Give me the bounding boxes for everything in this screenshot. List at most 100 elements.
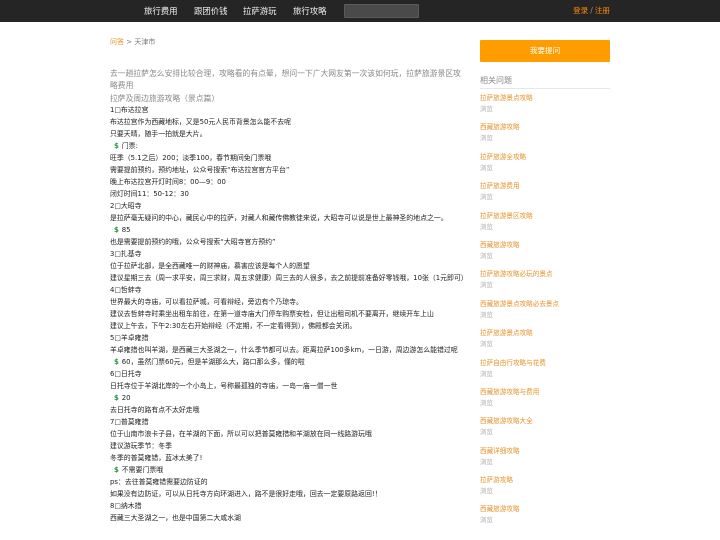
article-line: 日托寺位于羊湖北岸的一个小岛上，号称最孤独的寺庙，一岛一庙一僧一世 bbox=[110, 382, 338, 390]
related-question-link[interactable]: 拉萨自由行攻略与花费 bbox=[480, 358, 610, 369]
article-line: 只要天晴，随手一拍就是大片。 bbox=[110, 130, 207, 138]
article-line: 不需要门票哦 bbox=[110, 464, 466, 476]
related-question-link[interactable]: 西藏旅游攻略 bbox=[480, 240, 610, 251]
article-line: 2□大昭寺 bbox=[110, 202, 142, 210]
related-question-link[interactable]: 拉萨旅游景区攻略 bbox=[480, 211, 610, 222]
related-question-link[interactable]: 拉萨旅游景点攻略 bbox=[480, 93, 610, 104]
login-link[interactable]: 登录 bbox=[573, 6, 588, 15]
nav-link-travel-cost[interactable]: 旅行费用 bbox=[144, 0, 178, 22]
related-question-views: 浏览 bbox=[480, 516, 493, 525]
related-question-views: 浏览 bbox=[480, 340, 493, 349]
article-line: 位于山南市浪卡子县，在羊湖的下面，所以可以把普莫雍措和羊湖放在同一线路游玩哦 bbox=[110, 430, 372, 438]
related-question-views: 浏览 bbox=[480, 281, 493, 290]
related-question-item: 西藏详细攻略 浏览 bbox=[480, 446, 610, 475]
breadcrumb-current[interactable]: 天津市 bbox=[134, 38, 155, 46]
search-input[interactable] bbox=[344, 4, 419, 18]
related-question-item: 拉萨旅游景点攻略 浏览 bbox=[480, 328, 610, 357]
article-line: 建议游玩季节：冬季 bbox=[110, 442, 173, 450]
article-line: 去日托寺的路有点不太好走哦 bbox=[110, 406, 200, 414]
article-line: ps：去往普莫雍错需要边防证的 bbox=[110, 478, 208, 486]
related-question-item: 西藏旅游攻略与费用 浏览 bbox=[480, 387, 610, 416]
nav-link-travel-guide[interactable]: 旅行攻略 bbox=[293, 0, 327, 22]
related-question-item: 拉萨自由行攻略与花费 浏览 bbox=[480, 358, 610, 387]
related-question-item: 西藏旅游攻略 浏览 bbox=[480, 122, 610, 151]
breadcrumb-home-link[interactable]: 问答 bbox=[110, 38, 124, 46]
related-question-link[interactable]: 西藏旅游攻略大全 bbox=[480, 416, 610, 427]
article-line: 闭灯时间11：50-12：30 bbox=[110, 190, 189, 198]
related-question-item: 拉萨旅游攻略必玩的景点 浏览 bbox=[480, 269, 610, 298]
related-question-item: 西藏旅游景点攻略必去景点 浏览 bbox=[480, 299, 610, 328]
article-line: 门票: bbox=[110, 140, 466, 152]
nav-link-lhasa-tour[interactable]: 拉萨游玩 bbox=[243, 0, 277, 22]
related-question-link[interactable]: 拉萨旅游全攻略 bbox=[480, 152, 610, 163]
article-line: 建议上午去，下午2:30左右开始辩经（不定期，不一定看得到），佛殿都会关闭。 bbox=[110, 322, 357, 330]
article-line: 西藏三大圣湖之一，也是中国第二大咸水湖 bbox=[110, 514, 241, 522]
breadcrumb: 问答 > 天津市 bbox=[110, 37, 155, 47]
article-line: 需要提前预约，预约地址，公众号搜索“布达拉宫官方平台” bbox=[110, 166, 290, 174]
article-line: 1□布达拉宫 bbox=[110, 106, 149, 114]
article-line: 是拉萨毫无疑问的中心，藏民心中的拉萨，对藏人和藏传佛教徒来说，大昭寺可以说是世上… bbox=[110, 214, 448, 222]
nav-link-tour-price[interactable]: 跟团价钱 bbox=[194, 0, 228, 22]
related-question-link[interactable]: 西藏旅游景点攻略必去景点 bbox=[480, 299, 610, 310]
article-line: 羊卓雍措也叫羊湖，是西藏三大圣湖之一，什么季节都可以去。距离拉萨100多km，一… bbox=[110, 346, 458, 354]
divider bbox=[480, 88, 610, 89]
answer-body: 1□布达拉宫布达拉宫作为西藏地标，又是50元人民币背景怎么能不去呢 只要天晴，随手… bbox=[110, 104, 466, 540]
question-title: 去一趟拉萨怎么安排比较合理，攻略看的有点晕，想问一下广大网友第一次该如何玩，拉萨… bbox=[110, 69, 461, 90]
top-nav-bar: 旅行费用 跟团价钱 拉萨游玩 旅行攻略 登录 / 注册 bbox=[0, 0, 720, 22]
article-line: 8□纳木措 bbox=[110, 502, 142, 510]
related-question-views: 浏览 bbox=[480, 251, 493, 260]
related-question-views: 浏览 bbox=[480, 487, 493, 496]
auth-separator: / bbox=[590, 6, 593, 15]
related-question-link[interactable]: 拉萨旅游攻略必玩的景点 bbox=[480, 269, 610, 280]
related-question-views: 浏览 bbox=[480, 134, 493, 143]
related-question-item: 西藏旅游攻略 浏览 bbox=[480, 240, 610, 269]
related-question-views: 浏览 bbox=[480, 105, 493, 113]
article-line: 也是需要提前预约的哦，公众号搜索“大昭寺官方预约” bbox=[110, 238, 276, 246]
related-question-views: 浏览 bbox=[480, 163, 493, 172]
breadcrumb-separator: > bbox=[126, 38, 133, 46]
related-question-link[interactable]: 拉萨旅游景点攻略 bbox=[480, 328, 610, 339]
related-question-link[interactable]: 西藏旅游攻略 bbox=[480, 122, 610, 133]
article-line: 85 bbox=[110, 224, 466, 236]
related-question-views: 浏览 bbox=[480, 398, 493, 407]
related-question-item: 西藏旅游攻略 浏览 bbox=[480, 504, 610, 533]
related-question-item: 拉萨旅游景区攻略 浏览 bbox=[480, 211, 610, 240]
article-line: 20 bbox=[110, 392, 466, 404]
related-question-link[interactable]: 西藏旅游攻略与费用 bbox=[480, 387, 610, 398]
article-line: 5□羊卓雍措 bbox=[110, 334, 149, 342]
article-line: 7□普莫雍措 bbox=[110, 418, 149, 426]
article-line: 60，虽然门票60元，但是羊湖那么大，路口那么多，懂的啦 bbox=[110, 356, 466, 368]
article-line: 4□哲蚌寺 bbox=[110, 286, 142, 294]
article-line: 建议去哲蚌寺时乘坐出租车前往，在第一道寺庙大门停车购票安检，但让出租司机不要离开… bbox=[110, 310, 434, 318]
related-question-views: 浏览 bbox=[480, 428, 493, 437]
register-link[interactable]: 注册 bbox=[595, 6, 610, 15]
article-line: 布达拉宫作为西藏地标，又是50元人民币背景怎么能不去呢 bbox=[110, 118, 292, 126]
related-question-views: 浏览 bbox=[480, 193, 493, 202]
related-question-item: 西藏旅游攻略大全 浏览 bbox=[480, 416, 610, 445]
related-question-link[interactable]: 西藏详细攻略 bbox=[480, 446, 610, 457]
article-line: 旺季（5.1之后）200；淡季100，春节期间免门票哦 bbox=[110, 154, 272, 162]
article-line: 3□扎基寺 bbox=[110, 250, 142, 258]
related-question-item: 拉萨游攻略 浏览 bbox=[480, 475, 610, 504]
article-line: 6□日托寺 bbox=[110, 370, 142, 378]
related-question-link[interactable]: 西藏旅游攻略 bbox=[480, 504, 610, 515]
related-question-link[interactable]: 拉萨游攻略 bbox=[480, 475, 610, 486]
article-line: 建议星期三去（周一求平安，周三求财，周五求健康）周三去的人很多，去之前提前准备好… bbox=[110, 274, 466, 282]
related-question-item: 拉萨旅游全攻略 浏览 bbox=[480, 152, 610, 181]
related-question-item: 拉萨旅游景点攻略 浏览 bbox=[480, 93, 610, 122]
related-question-views: 浏览 bbox=[480, 457, 493, 466]
related-questions-list: 拉萨旅游景点攻略 浏览 西藏旅游攻略 浏览 拉萨旅游全攻略 浏览 拉萨旅游费用 浏览 拉萨旅游景… bbox=[480, 93, 610, 534]
article-line: 冬季的普莫雍错，蓝冰太美了! bbox=[110, 454, 203, 462]
article-line: 晚上布达拉宫开灯时间8：00—9：00 bbox=[110, 178, 226, 186]
related-question-views: 浏览 bbox=[480, 222, 493, 231]
article-line: 世界最大的寺庙，可以看拉萨城，可看辩经，旁边有个乃琼寺。 bbox=[110, 298, 303, 306]
related-questions-heading: 相关问题 bbox=[480, 76, 512, 85]
auth-links: 登录 / 注册 bbox=[573, 0, 610, 22]
related-question-item: 拉萨旅游费用 浏览 bbox=[480, 181, 610, 210]
related-question-views: 浏览 bbox=[480, 369, 493, 378]
article-line: 如果没有边防证，可以从日托寺方向环湖进入，路不是很好走哦，回去一定要原路返回!！ bbox=[110, 490, 382, 498]
ask-question-button[interactable]: 我要提问 bbox=[480, 40, 610, 62]
related-question-views: 浏览 bbox=[480, 310, 493, 319]
article-line: 位于拉萨北部，是全西藏唯一的财神庙，慕害应该是每个人的愿望 bbox=[110, 262, 310, 270]
related-question-link[interactable]: 拉萨旅游费用 bbox=[480, 181, 610, 192]
